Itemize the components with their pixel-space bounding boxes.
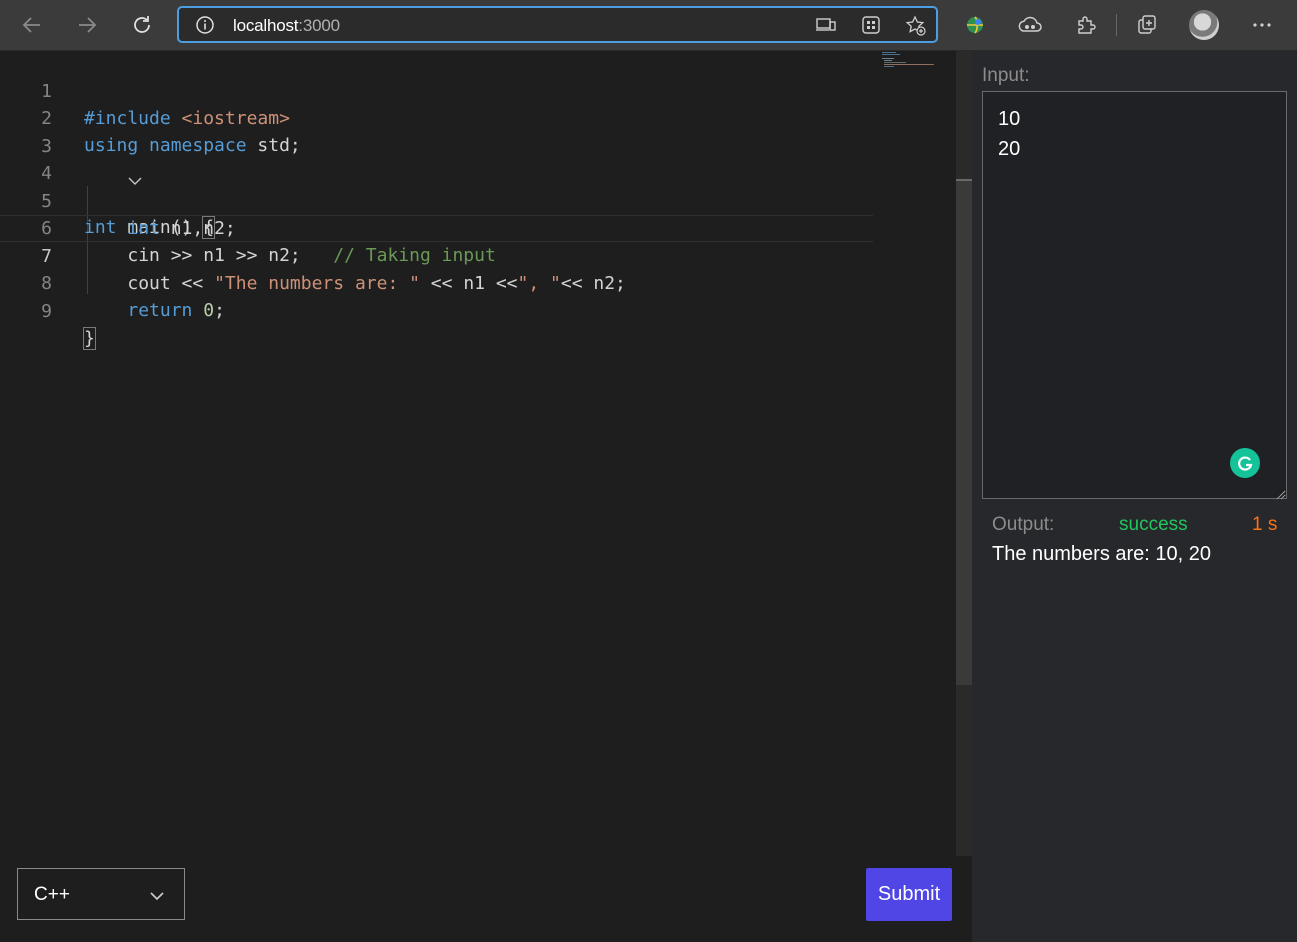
language-select-value: C++ bbox=[34, 884, 70, 905]
output-text: The numbers are: 10, 20 bbox=[992, 543, 1212, 565]
code-line: 8 return 0; bbox=[0, 243, 873, 321]
output-label: Output: bbox=[992, 514, 1055, 535]
scrollbar-cursor-marker bbox=[956, 179, 972, 181]
code-editor[interactable]: 1 #include <iostream> 2 using namespace … bbox=[0, 51, 956, 942]
address-bar[interactable]: localhost:3000 bbox=[177, 6, 938, 43]
extension-globe-icon[interactable] bbox=[959, 9, 991, 41]
info-icon[interactable] bbox=[195, 15, 215, 40]
more-icon[interactable] bbox=[1246, 9, 1278, 41]
input-textarea[interactable]: 10 20 bbox=[982, 91, 1287, 499]
code-line-current: 7 cout << "The numbers are: " << n1 <<",… bbox=[0, 215, 873, 294]
submit-button[interactable]: Submit bbox=[866, 868, 952, 921]
add-favorite-icon[interactable] bbox=[905, 15, 927, 42]
code-text: } bbox=[83, 327, 96, 350]
url-text: localhost:3000 bbox=[233, 16, 340, 35]
status-badge: success bbox=[1119, 514, 1188, 535]
line-number: 9 bbox=[41, 301, 52, 322]
input-label: Input: bbox=[982, 65, 1030, 86]
code-line: 9 } bbox=[0, 271, 873, 350]
profile-avatar[interactable] bbox=[1189, 10, 1219, 40]
editor-scrollbar-thumb[interactable] bbox=[956, 180, 972, 685]
puzzle-icon[interactable] bbox=[1070, 9, 1102, 41]
resize-grip-icon[interactable] bbox=[1276, 487, 1286, 505]
chevron-down-icon bbox=[149, 888, 165, 906]
refresh-icon[interactable] bbox=[126, 9, 158, 41]
io-panel: Input: 10 20 Output: success 1 s The num… bbox=[972, 51, 1297, 942]
apps-icon[interactable] bbox=[861, 15, 881, 40]
toolbar-separator bbox=[1116, 14, 1117, 36]
browser-toolbar: localhost:3000 bbox=[0, 0, 1297, 51]
code-line: 6 cin >> n1 >> n2; // Taking input bbox=[0, 188, 873, 266]
cloud-extension-icon[interactable] bbox=[1014, 9, 1046, 41]
collections-icon[interactable] bbox=[1131, 9, 1163, 41]
language-select[interactable]: C++ bbox=[17, 868, 185, 920]
back-arrow-icon[interactable] bbox=[16, 9, 48, 41]
grammarly-icon[interactable] bbox=[1230, 448, 1260, 478]
code-line: 3 bbox=[0, 106, 873, 157]
code-line: 4 int main() { bbox=[0, 133, 873, 239]
code-text: return 0; bbox=[127, 300, 225, 321]
code-line: 2 using namespace std; bbox=[0, 78, 873, 156]
device-icon[interactable] bbox=[815, 15, 837, 40]
forward-arrow-icon[interactable] bbox=[71, 9, 103, 41]
minimap[interactable] bbox=[880, 51, 956, 71]
code-line: 1 #include <iostream> bbox=[0, 51, 873, 129]
execution-time: 1 s bbox=[1252, 514, 1278, 535]
code-line: 5 int n1,n2; bbox=[0, 161, 873, 239]
